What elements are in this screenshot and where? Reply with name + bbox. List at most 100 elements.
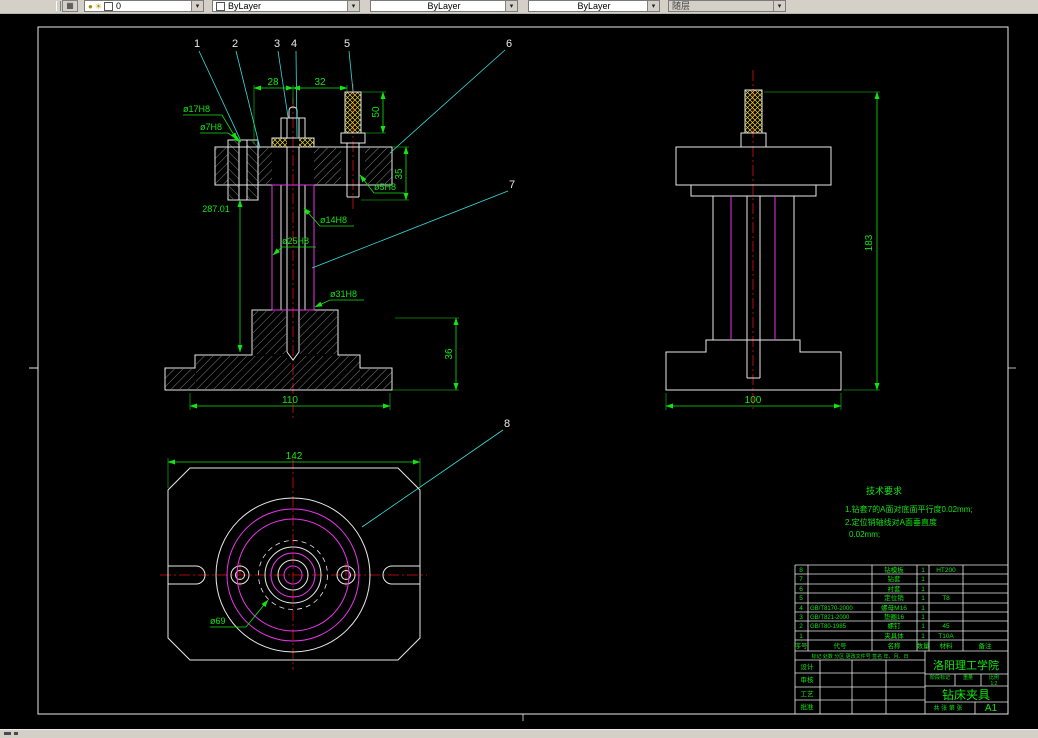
header-name: 名称 [888, 641, 902, 650]
sign-row-check: 审核 [801, 675, 815, 684]
dropdown-arrow-icon[interactable]: ▾ [347, 1, 359, 11]
sheet-note: 共 张 第 张 [933, 704, 962, 712]
part-qty: 1 [921, 586, 925, 593]
revision-header: 标记 处数 分区 更改文件号 签名 年、月、日 [812, 653, 909, 660]
dim-183: 183 [864, 234, 875, 251]
header-notes: 备注 [979, 641, 993, 650]
dim-110: 110 [282, 395, 298, 406]
part-qty: 1 [921, 576, 925, 583]
header-no: 序号 [795, 641, 809, 650]
callout-bore31: ø31H8 [330, 289, 357, 299]
part-qty: 1 [921, 605, 925, 612]
part-material: HT200 [936, 567, 956, 574]
part-qty: 1 [921, 623, 925, 630]
tech-req-line3: 0.02mm; [849, 530, 880, 539]
part-no: 4 [799, 605, 803, 612]
tech-req-line2: 2.定位销轴线对A面垂直度 [845, 517, 937, 527]
layer-color-chip [104, 1, 114, 11]
balloon-8: 8 [504, 418, 510, 430]
color-combo[interactable]: ByLayer ▾ [212, 0, 360, 12]
layer-name: 0 [116, 0, 122, 11]
dropdown-arrow-icon[interactable]: ▾ [505, 1, 517, 11]
dim-142: 142 [286, 451, 303, 462]
tech-req-line1: 1.钻套7的A面对底面平行度0.02mm; [845, 504, 973, 514]
stage-label: 阶段标记 [930, 674, 950, 681]
dim-28: 28 [267, 77, 279, 88]
canvas-background [0, 13, 1038, 730]
balloon-6: 6 [506, 38, 512, 50]
dim-50: 50 [371, 106, 382, 118]
plotstyle-combo[interactable]: 随层 ▾ [668, 0, 786, 12]
autocad-window: 1 2 3 4 5 6 7 8 28 32 50 35 36 110 287.0… [0, 0, 1038, 738]
sheet-size: A1 [985, 703, 998, 714]
dim-36: 36 [444, 348, 455, 360]
part-no: 6 [799, 586, 803, 593]
status-mark [4, 732, 11, 735]
tech-req-title: 技术要求 [866, 485, 902, 496]
dim-100: 100 [745, 395, 762, 406]
part-qty: 1 [921, 633, 925, 640]
dim-35: 35 [394, 168, 405, 180]
part-qty: 1 [921, 567, 925, 574]
lineweight-value: ByLayer [577, 0, 611, 11]
part-no: 3 [799, 614, 803, 621]
callout-pin5: ø5H8 [374, 182, 396, 192]
toolbar-grip[interactable] [56, 1, 61, 11]
linetype-value: ByLayer [427, 0, 461, 11]
header-qty: 数量 [917, 641, 931, 650]
balloon-3: 3 [274, 38, 280, 50]
header-code: 代号 [834, 641, 848, 650]
weight-label: 重量 [963, 674, 973, 681]
scale-label: 比例 [989, 674, 999, 681]
dim-32: 32 [314, 77, 326, 88]
part-no: 8 [799, 567, 803, 574]
status-mark [14, 732, 18, 735]
part-material: T8 [942, 595, 950, 602]
sign-row-approve: 批准 [801, 702, 815, 711]
part-code: GB/T80-1985 [810, 624, 847, 630]
part-name: 螺母M16 [881, 603, 907, 612]
part-no: 2 [799, 623, 803, 630]
part-name: 螺钉 [888, 621, 902, 630]
plotstyle-value: 随层 [672, 0, 691, 11]
callout-bore14: ø14H8 [320, 215, 347, 225]
layer-thaw-icon: ☀ [94, 1, 103, 11]
part-name: 衬套 [888, 584, 902, 593]
callout-od17: ø17H8 [183, 104, 210, 114]
linetype-combo[interactable]: ByLayer ▾ [370, 0, 518, 12]
balloon-4: 4 [291, 38, 297, 50]
make-layer-current-button[interactable]: ▦ [62, 0, 78, 12]
part-qty: 1 [921, 595, 925, 602]
callout-hole7: ø7H8 [200, 122, 222, 132]
knurl-hatch [745, 90, 762, 133]
dropdown-arrow-icon[interactable]: ▾ [773, 1, 785, 11]
model-space-viewport[interactable]: 1 2 3 4 5 6 7 8 28 32 50 35 36 110 287.0… [0, 0, 1038, 738]
color-chip [216, 1, 225, 11]
part-no: 5 [799, 595, 803, 602]
header-material: 材料 [940, 641, 954, 650]
color-value: ByLayer [228, 0, 262, 11]
part-no: 1 [799, 633, 803, 640]
layers-icon: ▦ [66, 1, 74, 10]
part-no: 7 [799, 576, 803, 583]
callout-d69: ø69 [210, 616, 226, 626]
lineweight-combo[interactable]: ByLayer ▾ [528, 0, 660, 12]
callout-bore25: ø25H8 [282, 236, 309, 246]
dim-287: 287.01 [202, 204, 230, 214]
dropdown-arrow-icon[interactable]: ▾ [647, 1, 659, 11]
part-name: 钻套 [888, 574, 902, 583]
drawing-title: 钻床夹具 [942, 687, 990, 702]
balloon-1: 1 [194, 38, 200, 50]
part-name: 定位销 [884, 593, 904, 602]
balloon-5: 5 [344, 38, 350, 50]
layer-combo[interactable]: ● ☀ 0 ▾ [84, 0, 204, 12]
part-code: GB/T821-2000 [810, 615, 850, 621]
dropdown-arrow-icon[interactable]: ▾ [191, 1, 203, 11]
part-name: 垫圈16 [884, 612, 905, 621]
layer-on-icon: ● [88, 1, 93, 11]
status-strip [0, 729, 1038, 738]
part-material: 45 [942, 623, 950, 630]
part-name: 夹具体 [884, 631, 904, 640]
scale-value: 1:2 [991, 681, 998, 687]
balloon-7: 7 [509, 179, 515, 191]
